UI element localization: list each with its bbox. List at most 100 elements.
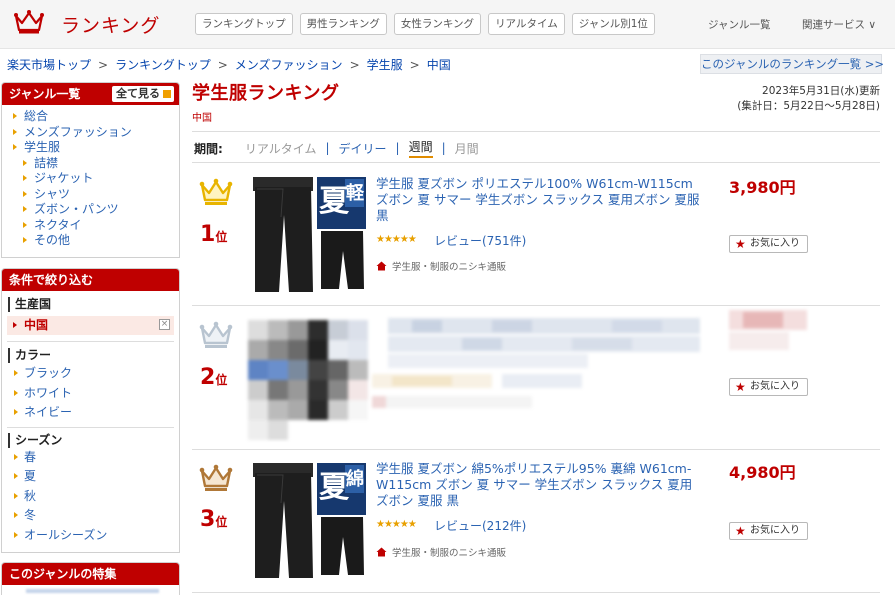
product-info-censored[interactable]	[372, 318, 708, 424]
gold-crown-icon	[199, 178, 233, 205]
feature-box: このジャンルの特集	[1, 562, 180, 595]
breadcrumb-school-uniform[interactable]: 学生服	[367, 58, 403, 72]
site-title[interactable]: ランキング	[61, 11, 160, 38]
rank-number: 3位	[200, 507, 227, 532]
subgenre-item-shirt[interactable]: シャツ	[2, 187, 179, 203]
shop-link[interactable]: 学生服・制服のニシキ通販	[376, 259, 506, 273]
product-price-censored	[729, 310, 807, 350]
review-count-link[interactable]: レビュー(212件)	[434, 517, 526, 534]
see-all-icon	[163, 90, 171, 98]
rating-stars: ★★★★★	[376, 234, 417, 245]
shop-house-icon	[376, 547, 387, 557]
subgenre-item-pants[interactable]: ズボン・パンツ	[2, 202, 179, 218]
rank-value: 3	[200, 507, 216, 532]
page-title: 学生服ランキング	[192, 83, 340, 104]
breadcrumb-separator: >	[217, 58, 228, 72]
filter-color-navy[interactable]: ネイビー	[2, 403, 179, 423]
divider	[7, 341, 174, 342]
subgenre-item-other[interactable]: その他	[2, 233, 179, 249]
filter-season-autumn[interactable]: 秋	[2, 487, 179, 507]
pixelated-text	[372, 318, 700, 408]
feature-item-truncated[interactable]	[26, 589, 159, 593]
genre-list-box: ジャンル一覧 全て見る 総合 メンズファッション 学生服 詰襟 ジャケット シャ…	[1, 82, 180, 258]
rank-suffix: 位	[215, 515, 228, 529]
clear-filter-icon[interactable]: ×	[159, 319, 170, 330]
rank-suffix: 位	[215, 373, 228, 387]
nav-men-ranking[interactable]: 男性ランキング	[299, 13, 387, 35]
subgenre-item-tsumeeri[interactable]: 詰襟	[2, 156, 179, 172]
genre-list-link[interactable]: ジャンル一覧	[708, 17, 770, 32]
filter-box: 条件で絞り込む 生産国 中国 × カラー ブラック ホワイト ネイビー シーズン…	[1, 268, 180, 553]
filter-season-spring[interactable]: 春	[2, 448, 179, 468]
genre-ranking-list-link[interactable]: このジャンルのランキング一覧 >>	[700, 54, 884, 74]
shop-link[interactable]: 学生服・制服のニシキ通販	[376, 545, 506, 559]
nav-ranking-top[interactable]: ランキングトップ	[195, 13, 293, 35]
pixelated-image	[248, 316, 368, 440]
filter-origin-selected-label: 中国	[24, 318, 49, 332]
pants-image: 夏 軽	[253, 177, 366, 292]
add-favorite-button[interactable]: ★ お気に入り	[729, 378, 808, 396]
genre-list-heading-text: ジャンル一覧	[9, 87, 81, 101]
breadcrumb-china[interactable]: 中国	[427, 58, 451, 72]
breadcrumb: 楽天市場トップ > ランキングトップ > メンズファッション > 学生服 > 中国	[7, 56, 451, 73]
period-weekly[interactable]: 週間	[408, 138, 433, 158]
filter-origin-selected[interactable]: 中国 ×	[7, 316, 174, 335]
filter-heading: 条件で絞り込む	[2, 269, 179, 291]
genre-item-mens-fashion[interactable]: メンズファッション	[2, 125, 179, 141]
product-badge-side: 軽	[346, 182, 365, 204]
product-image[interactable]: 夏 綿	[253, 463, 366, 578]
subgenre-item-jacket[interactable]: ジャケット	[2, 171, 179, 187]
divider	[192, 162, 880, 163]
breadcrumb-separator: >	[349, 58, 360, 72]
pants-image: 夏 綿	[253, 463, 366, 578]
product-title[interactable]: 学生服 夏ズボン 綿5%ポリエステル95% 裏綿 W61cm-W115cm ズボ…	[376, 461, 704, 509]
update-info: 2023年5月31日(水)更新 (集計日：5月22日〜5月28日)	[700, 84, 880, 114]
genre-item-overall[interactable]: 総合	[2, 109, 179, 125]
breadcrumb-mens-fashion[interactable]: メンズファッション	[235, 58, 343, 72]
filter-origin-title: 生産国	[8, 297, 173, 312]
subgenre-item-necktie[interactable]: ネクタイ	[2, 218, 179, 234]
product-price: 4,980円	[729, 463, 796, 482]
related-services-menu[interactable]: 関連サービス ∨	[802, 17, 876, 32]
global-header: ランキング ランキングトップ 男性ランキング 女性ランキング リアルタイム ジャ…	[0, 0, 895, 49]
add-favorite-button[interactable]: ★ お気に入り	[729, 235, 808, 253]
crown-logo-icon[interactable]	[14, 9, 44, 35]
see-all-label: 全て見る	[116, 87, 160, 100]
favorite-label: お気に入り	[750, 238, 800, 249]
see-all-button[interactable]: 全て見る	[112, 86, 174, 102]
breadcrumb-separator: >	[98, 58, 109, 72]
favorite-label: お気に入り	[750, 381, 800, 392]
review-count-link[interactable]: レビュー(751件)	[434, 232, 526, 249]
nav-realtime[interactable]: リアルタイム	[488, 13, 565, 35]
nav-women-ranking[interactable]: 女性ランキング	[393, 13, 482, 35]
top-nav: ランキングトップ 男性ランキング 女性ランキング リアルタイム ジャンル別1位	[195, 13, 655, 35]
breadcrumb-ranking-top[interactable]: ランキングトップ	[115, 58, 211, 72]
feature-heading: このジャンルの特集	[2, 563, 179, 585]
genre-item-school-uniform[interactable]: 学生服	[2, 140, 179, 156]
breadcrumb-rakuten-top[interactable]: 楽天市場トップ	[7, 58, 91, 72]
filter-color-black[interactable]: ブラック	[2, 364, 179, 384]
product-image[interactable]: 夏 軽	[253, 177, 366, 292]
product-image-censored[interactable]	[248, 316, 368, 440]
filter-season-winter[interactable]: 冬	[2, 506, 179, 526]
divider	[192, 131, 880, 132]
star-icon: ★	[735, 524, 746, 538]
nav-genre-first[interactable]: ジャンル別1位	[571, 13, 655, 35]
product-title[interactable]: 学生服 夏ズボン ポリエステル100% W61cm-W115cm ズボン 夏 サ…	[376, 176, 704, 224]
star-icon: ★	[735, 237, 746, 251]
filter-season-summer[interactable]: 夏	[2, 467, 179, 487]
divider	[192, 305, 880, 306]
divider	[192, 592, 880, 593]
period-selector: 期間: リアルタイム | デイリー | 週間 | 月間	[194, 138, 479, 158]
period-realtime[interactable]: リアルタイム	[245, 140, 317, 157]
period-separator: |	[325, 141, 330, 155]
divider	[192, 449, 880, 450]
filter-color-white[interactable]: ホワイト	[2, 384, 179, 404]
add-favorite-button[interactable]: ★ お気に入り	[729, 522, 808, 540]
page-subtitle: 中国	[192, 113, 212, 124]
breadcrumb-separator: >	[409, 58, 420, 72]
filter-season-all[interactable]: オールシーズン	[2, 526, 179, 546]
period-monthly: 月間	[454, 141, 479, 156]
filter-season-title: シーズン	[8, 432, 173, 448]
period-daily[interactable]: デイリー	[339, 140, 387, 157]
